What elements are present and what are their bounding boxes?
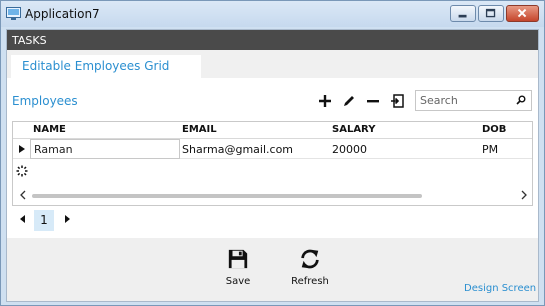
pager: 1 xyxy=(12,207,92,231)
app-window: Application7 TASKS Editable Employees Gr… xyxy=(0,0,545,306)
minimize-button[interactable] xyxy=(450,5,476,22)
window-title: Application7 xyxy=(25,7,100,21)
app-icon xyxy=(6,7,21,20)
previous-page-icon[interactable] xyxy=(20,215,25,223)
export-icon xyxy=(391,94,404,108)
next-page-icon[interactable] xyxy=(65,215,70,223)
section-title: Employees xyxy=(12,94,78,108)
email-cell[interactable]: Sharma@gmail.com xyxy=(182,143,293,156)
title-bar[interactable]: Application7 xyxy=(1,1,544,27)
scroll-left-icon[interactable] xyxy=(19,190,27,200)
add-icon xyxy=(319,95,331,107)
dob-cell[interactable]: PM xyxy=(482,143,498,156)
tab-editable-employees-grid[interactable]: Editable Employees Grid xyxy=(11,55,201,78)
footer-bar: Save Refresh Design Screen xyxy=(7,238,538,301)
refresh-label: Refresh xyxy=(291,276,329,287)
save-button[interactable]: Save xyxy=(208,244,268,296)
add-button[interactable] xyxy=(318,94,332,108)
maximize-button[interactable] xyxy=(478,5,504,22)
close-icon xyxy=(517,8,527,18)
column-header-name[interactable]: NAME xyxy=(33,122,66,138)
employees-grid: NAME EMAIL SALARY DOB Raman Sharma@gmail… xyxy=(12,121,533,206)
column-header-dob[interactable]: DOB xyxy=(482,122,506,138)
maximize-icon xyxy=(485,8,496,18)
scrollbar-thumb[interactable] xyxy=(32,194,422,198)
search-icon[interactable] xyxy=(516,95,526,105)
delete-icon xyxy=(367,100,379,103)
edit-button[interactable] xyxy=(342,94,356,108)
design-screen-link[interactable]: Design Screen xyxy=(464,283,536,294)
save-label: Save xyxy=(225,276,251,287)
tasks-label: TASKS xyxy=(12,34,47,47)
table-row[interactable]: Raman Sharma@gmail.com 20000 PM xyxy=(13,139,532,159)
client-area: TASKS Editable Employees Grid Employees xyxy=(6,29,539,302)
export-button[interactable] xyxy=(390,94,404,108)
search-input[interactable] xyxy=(416,91,516,110)
current-page[interactable]: 1 xyxy=(34,210,54,231)
column-header-email[interactable]: EMAIL xyxy=(182,122,217,138)
salary-cell[interactable]: 20000 xyxy=(332,143,367,156)
refresh-icon xyxy=(301,249,319,269)
tab-strip: Editable Employees Grid xyxy=(7,50,538,78)
scroll-right-icon[interactable] xyxy=(520,190,528,200)
minimize-icon xyxy=(458,14,467,18)
search-box[interactable] xyxy=(415,90,532,111)
new-row-icon[interactable] xyxy=(16,165,28,177)
save-icon xyxy=(228,249,248,269)
delete-button[interactable] xyxy=(366,94,380,108)
close-button[interactable] xyxy=(506,5,539,22)
edit-icon xyxy=(344,96,354,106)
name-cell-editor[interactable]: Raman xyxy=(30,139,180,159)
row-indicator-icon xyxy=(19,145,25,153)
refresh-button[interactable]: Refresh xyxy=(280,244,340,296)
horizontal-scrollbar[interactable] xyxy=(16,188,531,202)
tasks-bar: TASKS xyxy=(7,30,538,50)
column-header-salary[interactable]: SALARY xyxy=(332,122,375,138)
